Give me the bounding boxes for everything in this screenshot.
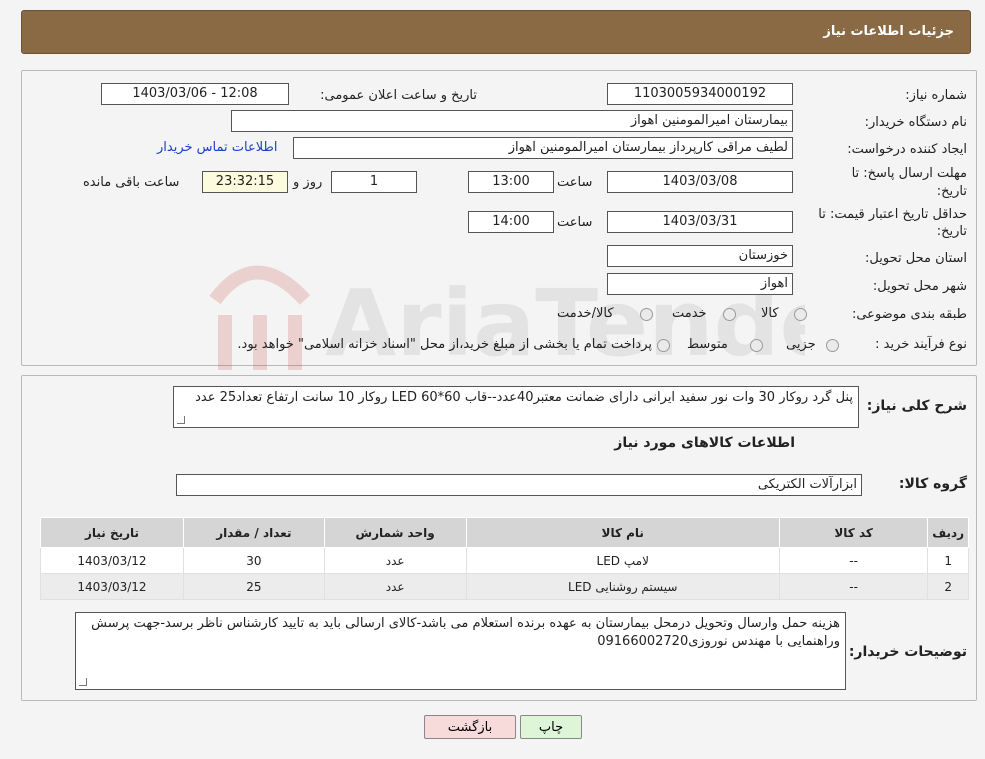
cell-name: لامپ LED: [465, 547, 780, 574]
process-note: پرداخت تمام یا بخشی از مبلغ خرید،از محل …: [237, 337, 652, 352]
category-goods-service-radio[interactable]: [640, 308, 653, 321]
items-table: ردیف کد کالا نام کالا واحد شمارش تعداد /…: [40, 517, 969, 600]
goods-group-field: ابزارآلات الکتریکی: [176, 474, 862, 496]
table-row: 2 -- سیستم روشنایی LED عدد 25 1403/03/12: [40, 573, 969, 600]
process-treasury-checkbox[interactable]: [657, 339, 670, 352]
summary-resize-handle[interactable]: [177, 416, 185, 424]
table-row: 1 -- لامپ LED عدد 30 1403/03/12: [40, 547, 969, 574]
process-medium-label: متوسط: [687, 337, 728, 352]
validity-label: حداقل تاریخ اعتبار قیمت: تا: [818, 207, 967, 222]
cell-qty: 30: [182, 547, 325, 574]
category-goods-service-label: کالا/خدمت: [557, 306, 614, 321]
deadline-label: مهلت ارسال پاسخ: تا: [851, 166, 967, 181]
cell-date: 1403/03/12: [40, 547, 184, 574]
process-minor-label: جزیی: [786, 337, 816, 352]
city-label: شهر محل تحویل:: [872, 279, 967, 294]
cell-row: 1: [927, 547, 969, 574]
goods-info-title: اطلاعات کالاهای مورد نیاز: [614, 435, 795, 451]
validity-time-label: ساعت: [557, 215, 593, 230]
page-title: جزئیات اطلاعات نیاز: [823, 24, 954, 39]
cell-qty: 25: [182, 573, 325, 600]
announce-label: تاریخ و ساعت اعلان عمومی:: [320, 88, 477, 103]
cell-date: 1403/03/12: [40, 573, 184, 600]
col-unit-header: واحد شمارش: [323, 517, 467, 548]
city-field: اهواز: [607, 273, 793, 295]
cell-unit: عدد: [323, 573, 467, 600]
validity-date-field: 1403/03/31: [607, 211, 793, 233]
days-label: روز و: [293, 175, 323, 190]
col-qty-header: تعداد / مقدار: [182, 517, 325, 548]
col-name-header: نام کالا: [465, 517, 780, 548]
category-label: طبقه بندی موضوعی:: [851, 307, 967, 322]
announce-field: 1403/03/06 - 12:08: [101, 83, 289, 105]
goods-group-label: گروه کالا:: [898, 476, 967, 492]
process-minor-radio[interactable]: [826, 339, 839, 352]
process-label: نوع فرآیند خرید :: [875, 337, 967, 352]
summary-field: پنل گرد روکار 30 وات نور سفید ایرانی دار…: [173, 386, 859, 428]
deadline-label-date: تاریخ:: [936, 184, 967, 199]
category-goods-label: کالا: [761, 306, 779, 321]
remaining-label: ساعت باقی مانده: [83, 175, 180, 190]
process-medium-radio[interactable]: [750, 339, 763, 352]
cell-name: سیستم روشنایی LED: [465, 573, 780, 600]
buyer-notes-field: هزینه حمل وارسال وتحویل درمحل بیمارستان …: [75, 612, 846, 690]
cell-code: --: [778, 547, 929, 574]
need-number-field: 1103005934000192: [607, 83, 793, 105]
summary-label: شرح کلی نیاز:: [866, 398, 967, 414]
province-label: استان محل تحویل:: [865, 251, 967, 266]
need-number-label: شماره نیاز:: [905, 88, 967, 103]
category-service-label: خدمت: [672, 306, 707, 321]
province-field: خوزستان: [607, 245, 793, 267]
cell-unit: عدد: [323, 547, 467, 574]
cell-row: 2: [927, 573, 969, 600]
items-table-header: ردیف کد کالا نام کالا واحد شمارش تعداد /…: [40, 517, 969, 548]
validity-label-date: تاریخ:: [936, 224, 967, 239]
back-button[interactable]: بازگشت: [424, 715, 516, 739]
buyer-contact-link[interactable]: اطلاعات تماس خریدار: [157, 140, 277, 155]
buyer-notes-label: توضیحات خریدار:: [848, 644, 967, 660]
creator-label: ایجاد کننده درخواست:: [847, 142, 967, 157]
category-service-radio[interactable]: [723, 308, 736, 321]
buyer-notes-resize-handle[interactable]: [79, 678, 87, 686]
buyer-field: بیمارستان امیرالمومنین اهواز: [231, 110, 793, 132]
buyer-label: نام دستگاه خریدار:: [864, 115, 967, 130]
col-row-header: ردیف: [927, 517, 969, 548]
col-date-header: تاریخ نیاز: [40, 517, 184, 548]
buyer-notes-text: هزینه حمل وارسال وتحویل درمحل بیمارستان …: [91, 616, 840, 649]
remaining-days-field: 1: [331, 171, 417, 193]
deadline-date-field: 1403/03/08: [607, 171, 793, 193]
category-goods-radio[interactable]: [794, 308, 807, 321]
creator-field: لطیف مراقی کارپرداز بیمارستان امیرالمومن…: [293, 137, 793, 159]
print-button[interactable]: چاپ: [520, 715, 582, 739]
page-header: جزئیات اطلاعات نیاز: [21, 10, 971, 54]
validity-time-field: 14:00: [468, 211, 554, 233]
deadline-time-label: ساعت: [557, 175, 593, 190]
deadline-time-field: 13:00: [468, 171, 554, 193]
col-code-header: کد کالا: [778, 517, 929, 548]
cell-code: --: [778, 573, 929, 600]
remaining-time-field: 23:32:15: [202, 171, 288, 193]
summary-text: پنل گرد روکار 30 وات نور سفید ایرانی دار…: [195, 390, 853, 405]
